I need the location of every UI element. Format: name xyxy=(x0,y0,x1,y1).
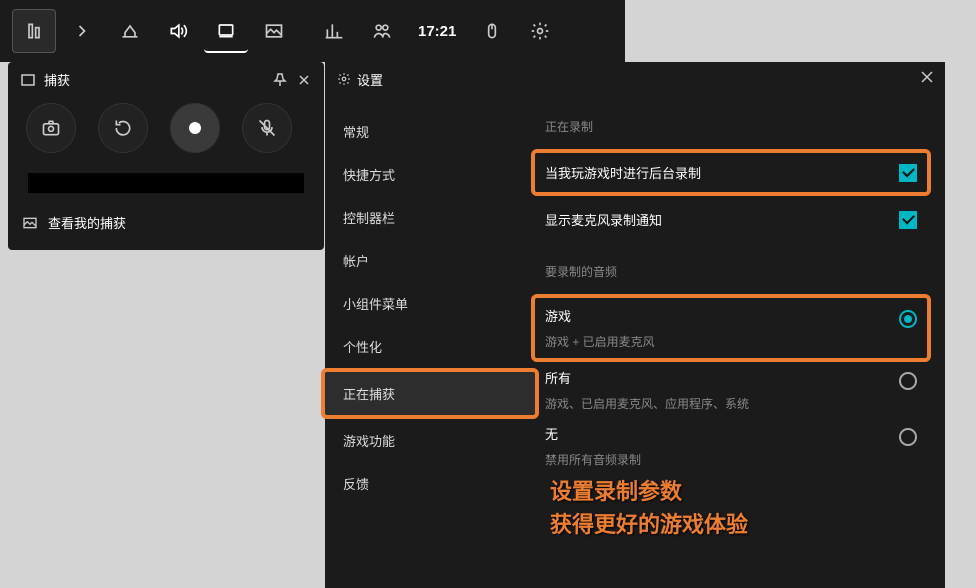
nav-account[interactable]: 帐户 xyxy=(325,239,535,282)
nav-general[interactable]: 常规 xyxy=(325,110,535,153)
record-dot-icon xyxy=(189,122,201,134)
audio-game-highlight: 游戏 游戏 + 已启用麦克风 xyxy=(531,294,931,362)
capture-widget-icon xyxy=(20,72,36,88)
close-icon[interactable] xyxy=(296,72,312,88)
broadcast-icon[interactable] xyxy=(108,9,152,53)
nav-gamefeat[interactable]: 游戏功能 xyxy=(325,419,535,462)
nav-personalize[interactable]: 个性化 xyxy=(325,325,535,368)
capture-caption-bar xyxy=(28,173,304,193)
performance-icon[interactable] xyxy=(312,9,356,53)
nav-widgets[interactable]: 小组件菜单 xyxy=(325,282,535,325)
audio-none-sub: 禁用所有音频录制 xyxy=(545,451,917,468)
annotation-line2: 获得更好的游戏体验 xyxy=(550,508,748,541)
gallery-icon[interactable] xyxy=(252,9,296,53)
mic-notify-label: 显示麦克风录制通知 xyxy=(545,210,662,229)
mic-toggle-button[interactable] xyxy=(242,103,292,153)
settings-nav: 常规 快捷方式 控制器栏 帐户 小组件菜单 个性化 正在捕获 游戏功能 反馈 xyxy=(325,62,535,588)
screenshot-button[interactable] xyxy=(26,103,76,153)
pin-icon[interactable] xyxy=(272,72,288,88)
capture-icon[interactable] xyxy=(204,9,248,53)
audio-all-title: 所有 xyxy=(545,368,571,393)
bg-record-highlight: 当我玩游戏时进行后台录制 xyxy=(531,149,931,196)
audio-game-sub: 游戏 + 已启用麦克风 xyxy=(545,333,917,350)
settings-gear-icon[interactable] xyxy=(518,9,562,53)
view-captures-link[interactable]: 查看我的捕获 xyxy=(8,203,324,242)
bg-record-label: 当我玩游戏时进行后台录制 xyxy=(545,163,701,182)
audio-none-radio[interactable] xyxy=(899,428,917,446)
nav-shortcuts[interactable]: 快捷方式 xyxy=(325,153,535,196)
xbox-social-icon[interactable] xyxy=(360,9,404,53)
annotation-line1: 设置录制参数 xyxy=(550,475,748,508)
view-captures-label: 查看我的捕获 xyxy=(48,213,126,232)
nav-capturing[interactable]: 正在捕获 xyxy=(321,368,539,419)
bg-record-checkbox[interactable] xyxy=(899,164,917,182)
capture-widget: 捕获 查看我的捕获 xyxy=(8,62,324,250)
audio-all-radio[interactable] xyxy=(899,372,917,390)
nav-feedback[interactable]: 反馈 xyxy=(325,462,535,505)
record-last-button[interactable] xyxy=(98,103,148,153)
annotation-text: 设置录制参数 获得更好的游戏体验 xyxy=(550,475,748,541)
game-bar-toolbar: 17:21 xyxy=(0,0,625,62)
settings-title: 设置 xyxy=(357,70,383,89)
audio-game-radio[interactable] xyxy=(899,310,917,328)
audio-all-sub: 游戏、已启用麦克风、应用程序、系统 xyxy=(545,395,917,412)
mic-notify-checkbox[interactable] xyxy=(899,211,917,229)
audio-section-label: 要录制的音频 xyxy=(545,255,917,290)
clock: 17:21 xyxy=(408,23,466,40)
pinned-app-icon[interactable] xyxy=(12,9,56,53)
recording-section-label: 正在录制 xyxy=(545,110,917,145)
audio-game-title: 游戏 xyxy=(545,306,571,331)
audio-icon[interactable] xyxy=(156,9,200,53)
settings-close-icon[interactable] xyxy=(919,69,935,88)
capture-widget-title: 捕获 xyxy=(44,70,264,89)
start-recording-button[interactable] xyxy=(170,103,220,153)
audio-none-title: 无 xyxy=(545,424,558,449)
chevron-right-icon[interactable] xyxy=(60,9,104,53)
nav-controller[interactable]: 控制器栏 xyxy=(325,196,535,239)
mouse-icon[interactable] xyxy=(470,9,514,53)
